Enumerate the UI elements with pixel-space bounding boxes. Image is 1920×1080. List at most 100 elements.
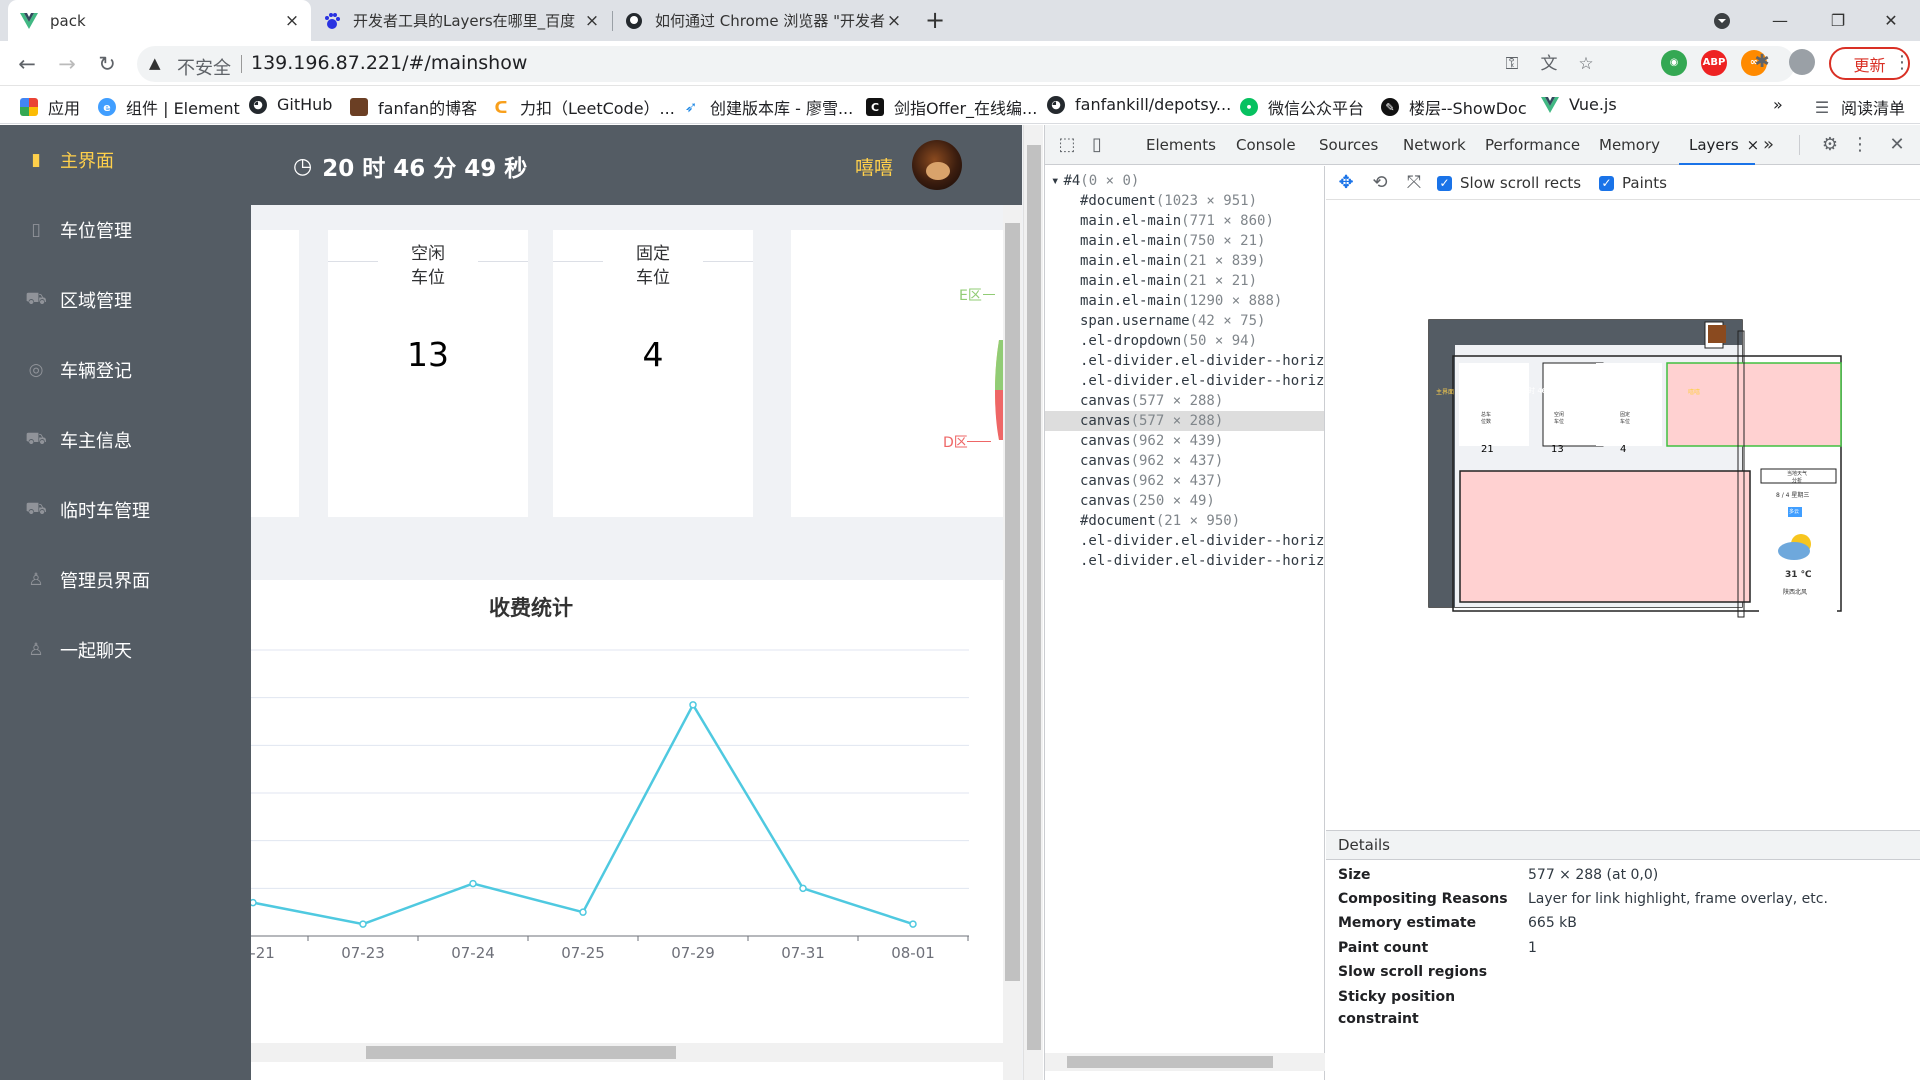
layers-3d-view[interactable]: 主界面 20 时 46 分 49 秒 嘻嘻 总车 位数 空闲 车位 固定 车位 … <box>1326 201 1920 829</box>
address-bar[interactable]: ▲ 不安全 139.196.87.221/#/mainshow ⚿ 文 ☆ <box>137 46 1795 82</box>
layer-tree-scrollbar[interactable] <box>1045 1053 1325 1071</box>
layer-tree-row[interactable]: #document(1023 × 951) <box>1045 191 1324 211</box>
layer-tree-row[interactable]: .el-divider.el-divider--horizontal(200 ×… <box>1045 351 1324 371</box>
more-menu-icon[interactable]: ⋮ <box>1848 133 1872 157</box>
sidebar-item-vehicle-registration[interactable]: ◎ 车辆登记 <box>0 335 251 405</box>
content-vertical-scrollbar[interactable] <box>1003 205 1022 1080</box>
sidebar-item-temporary-vehicles[interactable]: ⛟ 临时车管理 <box>0 475 251 545</box>
inspect-element-icon[interactable]: ⬚ <box>1055 133 1079 157</box>
devtools-tab-elements[interactable]: Elements <box>1146 125 1216 165</box>
star-icon[interactable]: ☆ <box>1573 51 1599 77</box>
profile-avatar-icon[interactable] <box>1789 49 1815 75</box>
minimize-icon[interactable]: — <box>1751 0 1809 41</box>
new-tab-button[interactable]: + <box>921 6 949 34</box>
content-horizontal-scrollbar[interactable] <box>251 1043 1003 1062</box>
sidebar-item-areas[interactable]: ⛟ 区域管理 <box>0 265 251 335</box>
extension-chrome-icon[interactable]: ◉ <box>1661 50 1687 76</box>
back-arrow-icon[interactable]: ← <box>12 49 42 79</box>
bookmark-vue[interactable]: Vue.js <box>1541 95 1617 114</box>
close-icon[interactable]: × <box>283 12 301 30</box>
scroll-thumb[interactable] <box>366 1046 676 1059</box>
devtools-tab-sources[interactable]: Sources <box>1319 125 1378 165</box>
layer-tree-row[interactable]: canvas(577 × 288) <box>1045 391 1324 411</box>
url-text[interactable]: 139.196.87.221/#/mainshow <box>251 52 527 74</box>
bookmark-leetcode[interactable]: ᑕ 力扣（LeetCode）... <box>492 95 675 119</box>
layer-tree-row[interactable]: main.el-main(1290 × 888) <box>1045 291 1324 311</box>
layer-tree-row[interactable]: canvas(577 × 288) <box>1045 411 1324 431</box>
bookmark-wechat[interactable]: • 微信公众平台 <box>1240 95 1364 119</box>
layer-tree-row[interactable]: .el-divider.el-divider--horizontal(991 ×… <box>1045 551 1324 571</box>
details-tab[interactable]: Details <box>1338 831 1390 860</box>
puzzle-extensions-icon[interactable]: ✱ <box>1749 49 1775 75</box>
layer-canvas-selected[interactable] <box>1666 362 1842 447</box>
layer-tree-row[interactable]: #document(21 × 950) <box>1045 511 1324 531</box>
close-icon[interactable]: × <box>885 12 903 30</box>
layer-tree-row[interactable]: canvas(962 × 437) <box>1045 451 1324 471</box>
bookmark-blog[interactable]: fanfan的博客 <box>350 95 477 119</box>
layer-tree-row[interactable]: ▾ #4(0 × 0) <box>1045 171 1324 191</box>
pan-mode-icon[interactable]: ✥ <box>1334 171 1358 195</box>
bookmark-github[interactable]: ◕ GitHub <box>249 95 332 114</box>
maximize-icon[interactable]: ❐ <box>1809 0 1867 41</box>
browser-tab-pack[interactable]: pack × <box>8 0 311 41</box>
sidebar-item-parking-spaces[interactable]: ▯ 车位管理 <box>0 195 251 265</box>
scroll-thumb[interactable] <box>1067 1056 1273 1068</box>
more-menu-icon[interactable]: ⋮ <box>1889 50 1915 76</box>
devtools-tab-memory[interactable]: Memory <box>1599 125 1660 165</box>
bookmarks-overflow-icon[interactable]: » <box>1773 95 1783 114</box>
layer-tree-row[interactable]: .el-dropdown(50 × 94) <box>1045 331 1324 351</box>
translate-icon[interactable]: 文 <box>1536 51 1562 77</box>
slow-scroll-checkbox[interactable]: ✓ Slow scroll rects <box>1437 174 1581 192</box>
layer-tree-row[interactable]: main.el-main(750 × 21) <box>1045 231 1324 251</box>
bookmark-depotsy[interactable]: ◕ fanfankill/depotsy... <box>1047 95 1231 114</box>
layer-tree-row[interactable]: main.el-main(771 × 860) <box>1045 211 1324 231</box>
close-icon[interactable]: × <box>583 12 601 30</box>
devtools-tab-performance[interactable]: Performance <box>1485 125 1580 165</box>
scroll-thumb[interactable] <box>1027 145 1041 1050</box>
tab-search-icon[interactable] <box>1693 0 1751 41</box>
more-tabs-icon[interactable]: » <box>1763 125 1774 165</box>
sidebar-item-chat[interactable]: ♙ 一起聊天 <box>0 615 251 685</box>
bookmark-showdoc[interactable]: ✎ 楼层--ShowDoc <box>1381 95 1527 119</box>
layer-tree-row[interactable]: span.username(42 × 75) <box>1045 311 1324 331</box>
sidebar-item-admin[interactable]: ♙ 管理员界面 <box>0 545 251 615</box>
devtools-tab-console[interactable]: Console <box>1236 125 1296 165</box>
close-devtools-icon[interactable]: ✕ <box>1885 133 1909 157</box>
page-vertical-scrollbar[interactable] <box>1023 125 1043 1080</box>
key-icon[interactable]: ⚿ <box>1499 51 1525 77</box>
security-label[interactable]: 不安全 <box>177 54 231 80</box>
bookmark-offer[interactable]: C 剑指Offer_在线编... <box>866 95 1037 119</box>
layer-tree-row[interactable]: canvas(962 × 437) <box>1045 471 1324 491</box>
warning-triangle-icon[interactable]: ▲ <box>149 54 161 72</box>
layer-tree-row[interactable]: .el-divider.el-divider--horizontal(200 ×… <box>1045 531 1324 551</box>
layer-tree-row[interactable]: main.el-main(21 × 839) <box>1045 251 1324 271</box>
devtools-tab-layers[interactable]: Layers × <box>1679 125 1759 165</box>
expand-arrow-icon[interactable]: ▾ <box>1051 173 1059 189</box>
forward-arrow-icon[interactable]: → <box>52 49 82 79</box>
avatar[interactable] <box>912 140 962 190</box>
gear-icon[interactable]: ⚙ <box>1818 133 1842 157</box>
rotate-mode-icon[interactable]: ⟲ <box>1368 171 1392 195</box>
sidebar-item-owners[interactable]: ⛟ 车主信息 <box>0 405 251 475</box>
reload-icon[interactable]: ↻ <box>92 49 122 79</box>
adblock-icon[interactable]: ABP <box>1701 50 1727 76</box>
reset-transform-icon[interactable]: ⤧ <box>1402 171 1426 195</box>
browser-tab-baidu[interactable]: 开发者工具的Layers在哪里_百度 × <box>311 0 611 41</box>
layer-canvas-chart[interactable] <box>1459 470 1751 603</box>
bookmark-element[interactable]: e 组件 | Element <box>98 95 240 119</box>
bookmark-git-tutorial[interactable]: ➶ 创建版本库 - 廖雪... <box>682 95 853 119</box>
devtools-tab-network[interactable]: Network <box>1403 125 1466 165</box>
layer-tree-row[interactable]: main.el-main(21 × 21) <box>1045 271 1324 291</box>
bookmark-apps[interactable]: 应用 <box>20 95 80 119</box>
username[interactable]: 嘻嘻 <box>855 153 893 180</box>
reading-list[interactable]: ☰ 阅读清单 <box>1813 95 1905 119</box>
sidebar-item-dashboard[interactable]: ▮ 主界面 <box>0 125 251 195</box>
layer-tree-row[interactable]: .el-divider.el-divider--horizontal(101 ×… <box>1045 371 1324 391</box>
window-close-icon[interactable]: ✕ <box>1862 0 1920 41</box>
layer-tree-row[interactable]: canvas(962 × 439) <box>1045 431 1324 451</box>
scroll-thumb[interactable] <box>1005 223 1020 981</box>
layer-tree-row[interactable]: canvas(250 × 49) <box>1045 491 1324 511</box>
close-icon[interactable]: × <box>1747 136 1760 154</box>
device-toggle-icon[interactable]: ▯ <box>1085 133 1109 157</box>
paints-checkbox[interactable]: ✓ Paints <box>1599 174 1667 192</box>
